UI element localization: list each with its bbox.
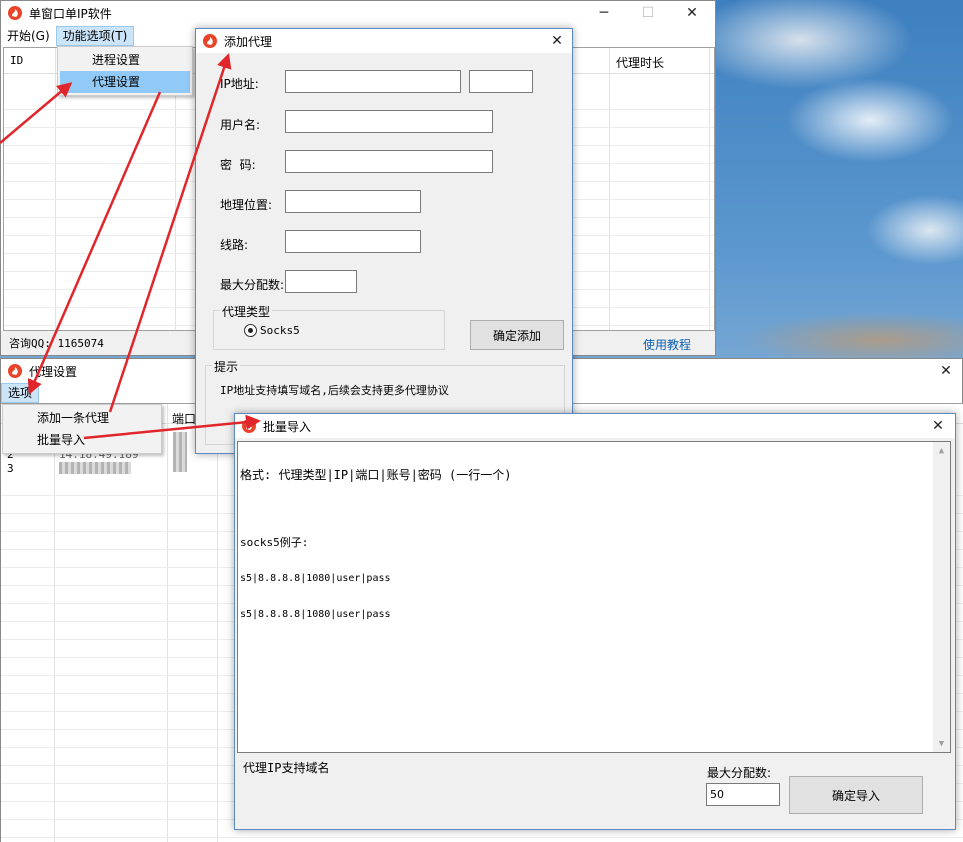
batch-max-alloc-input[interactable]: 50	[706, 783, 780, 806]
port-input[interactable]	[469, 70, 533, 93]
menu-options[interactable]: 选项	[1, 383, 40, 403]
line-input[interactable]	[285, 230, 421, 253]
batch-import-titlebar[interactable]: 批量导入	[235, 414, 955, 438]
proxy-type-group-title: 代理类型	[220, 303, 273, 320]
textarea-line-blank	[240, 506, 948, 512]
menu-start[interactable]: 开始(G)	[1, 26, 56, 46]
menu-item-batch-import[interactable]: 批量导入	[5, 429, 159, 451]
menu-item-add-proxy[interactable]: 添加一条代理	[5, 407, 159, 429]
batch-import-textarea[interactable]: 格式: 代理类型|IP|端口|账号|密码 (一行一个) socks5例子: s5…	[237, 441, 951, 753]
column-port: 端口	[172, 412, 197, 426]
app-flame-icon	[8, 364, 22, 378]
max-alloc-label: 最大分配数:	[220, 278, 285, 292]
textarea-line-format: 格式: 代理类型|IP|端口|账号|密码 (一行一个)	[240, 468, 512, 482]
password-label: 密 码:	[220, 158, 256, 172]
location-label: 地理位置:	[220, 198, 273, 212]
column-proxy-duration: 代理时长	[616, 56, 665, 70]
textarea-line-example-2: s5|8.8.8.8|1080|user|pass	[240, 609, 391, 620]
scroll-down-icon[interactable]: ▼	[933, 735, 950, 752]
add-proxy-body: IP地址: 用户名: 密 码: 地理位置: 线路: 最大分配数: 代理类型 So…	[196, 53, 572, 453]
menu-item-process-settings[interactable]: 进程设置	[60, 49, 190, 71]
column-id: ID	[10, 54, 24, 67]
proxy-type-group: 代理类型 Socks5	[213, 303, 445, 350]
textarea-scrollbar[interactable]: ▲ ▼	[933, 442, 950, 752]
tutorial-link[interactable]: 使用教程	[643, 336, 691, 353]
close-icon[interactable]: ✕	[669, 1, 715, 25]
tip-group-title: 提示	[212, 358, 241, 375]
app-flame-icon	[242, 419, 256, 433]
max-alloc-input[interactable]	[285, 270, 357, 293]
location-input[interactable]	[285, 190, 421, 213]
status-qq: 咨询QQ: 1165074	[9, 337, 104, 350]
socks5-option-label: Socks5	[260, 324, 300, 337]
confirm-add-button[interactable]: 确定添加	[470, 320, 564, 350]
username-label: 用户名:	[220, 118, 261, 132]
main-window-title: 单窗口单IP软件	[29, 6, 112, 21]
masked-ip	[59, 462, 131, 474]
batch-max-alloc-value: 50	[710, 788, 724, 801]
add-proxy-titlebar[interactable]: 添加代理	[196, 29, 572, 53]
close-icon[interactable]: ✕	[534, 29, 580, 53]
minimize-icon[interactable]: ─	[581, 1, 627, 25]
password-input[interactable]	[285, 150, 493, 173]
scroll-up-icon[interactable]: ▲	[933, 442, 950, 459]
function-options-menu: 进程设置 代理设置	[57, 46, 193, 96]
batch-import-dialog: 批量导入 ✕ 格式: 代理类型|IP|端口|账号|密码 (一行一个) socks…	[234, 413, 956, 830]
close-icon[interactable]: ✕	[923, 359, 963, 383]
app-flame-icon	[203, 34, 217, 48]
row-id-3: 3	[7, 462, 14, 475]
options-menu: 添加一条代理 批量导入	[2, 404, 162, 454]
menu-function-options[interactable]: 功能选项(T)	[55, 26, 135, 46]
domain-note: 代理IP支持域名	[243, 761, 330, 775]
maximize-icon[interactable]: ☐	[625, 1, 671, 25]
username-input[interactable]	[285, 110, 493, 133]
tip-text: IP地址支持填写域名,后续会支持更多代理协议	[220, 384, 449, 397]
app-flame-icon	[8, 6, 22, 20]
close-icon[interactable]: ✕	[915, 414, 961, 438]
masked-port	[173, 432, 187, 472]
textarea-line-example-title: socks5例子:	[240, 536, 309, 549]
batch-import-title: 批量导入	[263, 419, 312, 434]
menu-item-proxy-settings[interactable]: 代理设置	[60, 71, 190, 93]
ip-input[interactable]	[285, 70, 461, 93]
line-label: 线路:	[220, 238, 249, 252]
batch-max-alloc-label: 最大分配数:	[707, 766, 772, 780]
ip-label: IP地址:	[220, 77, 259, 91]
textarea-line-example-1: s5|8.8.8.8|1080|user|pass	[240, 573, 391, 584]
confirm-import-button[interactable]: 确定导入	[789, 776, 923, 814]
radio-selected-icon[interactable]	[244, 324, 257, 337]
add-proxy-title: 添加代理	[224, 34, 273, 49]
add-proxy-dialog: 添加代理 ✕ IP地址: 用户名: 密 码: 地理位置: 线路: 最大分配数: …	[195, 28, 573, 454]
batch-import-body: 格式: 代理类型|IP|端口|账号|密码 (一行一个) socks5例子: s5…	[235, 438, 955, 829]
proxy-window-title: 代理设置	[29, 364, 78, 379]
